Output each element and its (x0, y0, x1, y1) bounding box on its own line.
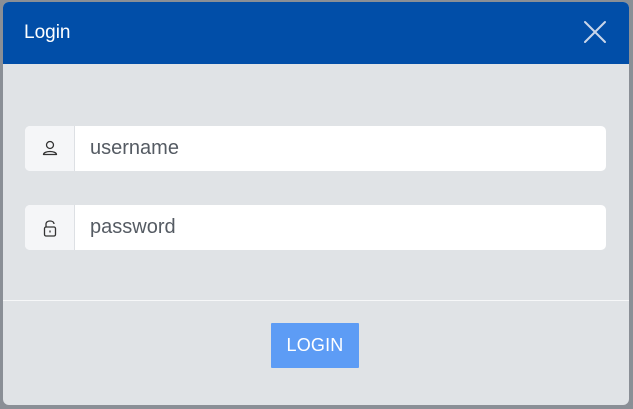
password-input[interactable] (75, 205, 595, 250)
close-icon[interactable] (583, 20, 607, 44)
username-input[interactable] (75, 126, 595, 171)
username-field (25, 126, 606, 171)
lock-icon (43, 220, 57, 237)
login-dialog: Login LOGIN (3, 2, 629, 405)
login-button[interactable]: LOGIN (271, 323, 359, 368)
footer-divider (3, 300, 629, 301)
dialog-header: Login (3, 2, 629, 64)
username-addon (25, 126, 75, 171)
password-addon (25, 205, 75, 250)
user-icon (42, 140, 58, 156)
password-field (25, 205, 606, 250)
dialog-title: Login (24, 22, 71, 43)
